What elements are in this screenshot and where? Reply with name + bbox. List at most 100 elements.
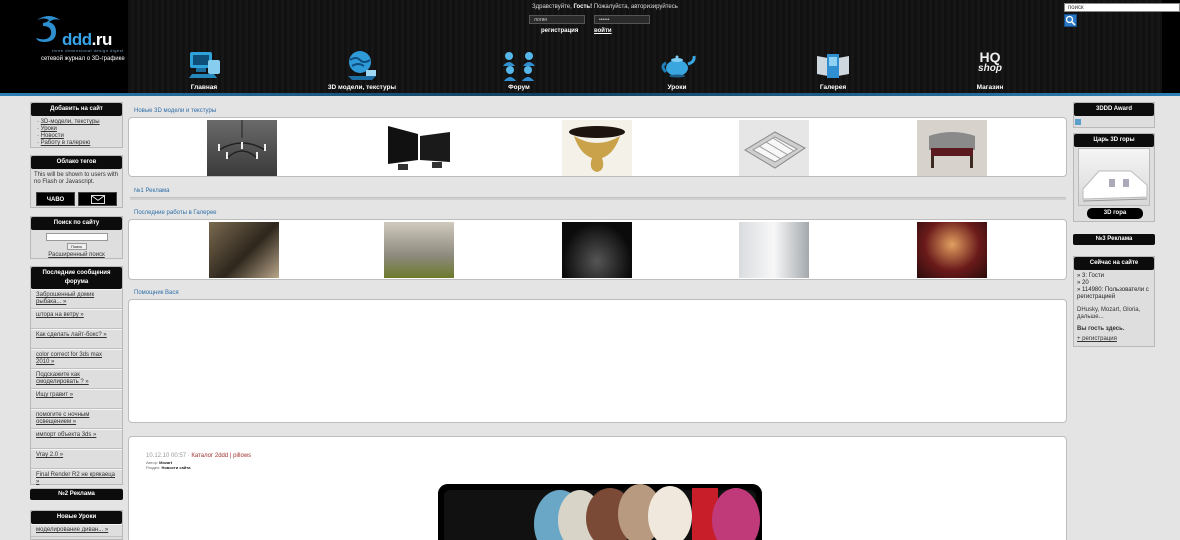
pillows-picture — [438, 484, 762, 540]
add-to-site-block: Добавить на сайт · 3D-модели, текстуры ·… — [30, 102, 123, 148]
top-search-input[interactable] — [1064, 3, 1180, 12]
list-item: Подскажите как смоделировать ? » — [31, 369, 122, 389]
login-input[interactable] — [529, 15, 585, 24]
list-item: color correct for 3ds max 2010 » — [31, 349, 122, 369]
ad1-divider — [130, 197, 1066, 200]
monitors-icon — [388, 126, 450, 170]
right-register-link[interactable]: + регистрация — [1074, 336, 1154, 346]
models-panel — [128, 117, 1067, 177]
king-title: Царь 3D горы — [1074, 134, 1154, 147]
forum-post-link[interactable]: штора на ветру » — [36, 312, 84, 318]
list-item: Vray 2.0 » — [31, 449, 122, 469]
news-pillows-image[interactable] — [438, 484, 762, 540]
site-logo[interactable]: ddd.ru three dimensional design digest с… — [0, 0, 128, 93]
forum-post-link[interactable]: помогите с ночным освещением » — [36, 412, 89, 425]
nav-label-home: Главная — [190, 84, 218, 91]
globe-icon — [348, 51, 376, 80]
forum-post-link[interactable]: color correct for 3ds max 2010 » — [36, 352, 102, 365]
king-avatar[interactable] — [1078, 148, 1150, 206]
gallery-icon — [817, 54, 849, 78]
gallery-panel — [128, 219, 1067, 280]
nav-label-shop: Магазин — [976, 84, 1004, 91]
gallery-thumbnail[interactable] — [209, 222, 279, 278]
nav-item-home[interactable]: Главная — [144, 48, 264, 91]
main-nav: Главная 3D модели, текстуры Форум Уроки … — [128, 48, 1162, 93]
list-item: » 20 — [1077, 280, 1089, 286]
king-block: Царь 3D горы 3D гора — [1073, 133, 1155, 222]
online-users[interactable]: DHusky, Mozart, Gloria, дальше... — [1074, 303, 1154, 324]
list-item: » 3: Гости — [1077, 273, 1104, 279]
site-search-button[interactable]: Поиск — [66, 243, 87, 250]
nav-label-forum: Форум — [508, 84, 530, 91]
logo-tagline: three dimensional design digest — [52, 48, 124, 53]
list-item: Заброшенный домик рыбака... » — [31, 289, 122, 309]
advanced-search-link[interactable]: Расширенный поиск — [31, 252, 122, 258]
model-thumbnail[interactable] — [207, 120, 277, 176]
forum-post-link[interactable]: Как сделать лайт-бокс? » — [36, 332, 107, 338]
nav-item-lessons[interactable]: Уроки — [617, 48, 737, 91]
nav-item-models[interactable]: 3D модели, текстуры — [302, 48, 422, 91]
model-thumbnail[interactable] — [739, 120, 809, 176]
header-accent-line — [0, 93, 1180, 96]
ceiling-light-icon — [744, 131, 806, 169]
list-item: Как сделать лайт-бокс? » — [31, 329, 122, 349]
mail-button[interactable] — [78, 192, 117, 206]
register-link[interactable]: регистрация — [541, 28, 578, 34]
forum-post-link[interactable]: Vray 2.0 » — [36, 452, 63, 458]
site-search-block: Поиск по сайту Поиск Расширенный поиск — [30, 216, 123, 259]
add-link-models[interactable]: 3D-модели, текстуры — [41, 119, 100, 125]
signin-link[interactable]: войти — [594, 28, 612, 34]
news-section: Раздел: Новости сайта — [146, 465, 191, 470]
top-search-button[interactable] — [1064, 14, 1077, 27]
header-right-edge — [1162, 0, 1180, 93]
nav-item-shop[interactable]: HQ shop Магазин — [930, 48, 1050, 91]
tag-cloud-block: Облако тегов This will be shown to users… — [30, 155, 123, 208]
house-render-icon — [1082, 170, 1148, 202]
tag-cloud-title: Облако тегов — [31, 156, 122, 169]
password-input[interactable] — [594, 15, 650, 24]
add-link-lessons[interactable]: Уроки — [41, 126, 57, 132]
add-link-news[interactable]: Новости — [41, 133, 64, 139]
news-title-link[interactable]: Каталог 2ddd | pillows — [191, 453, 251, 459]
new-lessons-block: Новые Уроки моделирование диван... » — [30, 510, 123, 540]
guest-note: Вы гость здесь. — [1077, 326, 1125, 332]
site-search-input[interactable] — [45, 233, 108, 241]
gallery-thumbnail[interactable] — [384, 222, 454, 278]
users-icon — [503, 52, 535, 81]
model-thumbnail[interactable] — [917, 120, 987, 176]
list-item: импорт объекта 3ds » — [31, 429, 122, 449]
hq-shop-icon: HQ shop — [978, 49, 1002, 74]
model-thumbnail[interactable] — [562, 120, 632, 176]
forum-post-link[interactable]: импорт объекта 3ds » — [36, 432, 96, 438]
gallery-thumbnail[interactable] — [562, 222, 632, 278]
nav-item-gallery[interactable]: Галерея — [773, 48, 893, 91]
new-lessons-title: Новые Уроки — [31, 511, 122, 524]
model-thumbnail[interactable] — [384, 120, 454, 176]
list-item: · Уроки — [37, 126, 57, 132]
king-button[interactable]: 3D гора — [1087, 208, 1143, 219]
award-image[interactable] — [1075, 119, 1081, 125]
nav-item-forum[interactable]: Форум — [459, 48, 579, 91]
models-section-label: Новые 3D модели и текстуры — [134, 108, 217, 114]
list-item: моделирование диван... » — [31, 524, 122, 537]
gallery-thumbnail[interactable] — [739, 222, 809, 278]
forum-post-link[interactable]: Заброшенный домик рыбака... » — [36, 292, 94, 305]
gallery-section-label: Последние работы в Галерее — [134, 210, 217, 216]
forum-post-link[interactable]: Final Render R2 не крякаеца » — [36, 472, 115, 485]
list-item: штора на ветру » — [31, 309, 122, 329]
ad1-section-label: №1 Реклама — [134, 188, 170, 194]
search-icon — [1065, 15, 1076, 26]
forum-post-link[interactable]: Ищу гравит » — [36, 392, 73, 398]
lesson-link[interactable]: моделирование диван... » — [36, 527, 108, 533]
list-item: Ищу гравит » — [31, 389, 122, 409]
faq-button[interactable]: ЧАВО — [36, 192, 75, 206]
list-item: » 114980: Пользователи с регистрацией — [1077, 287, 1149, 300]
forum-post-link[interactable]: Подскажите как смоделировать ? » — [36, 372, 89, 385]
add-link-gallery[interactable]: Работу в галерею — [41, 140, 91, 146]
home-monitor-icon — [189, 52, 220, 78]
list-item: Final Render R2 не крякаеца » — [31, 469, 122, 489]
gallery-thumbnail[interactable] — [917, 222, 987, 278]
online-block: Сейчас на сайте » 3: Гости » 20 » 114980… — [1073, 256, 1155, 347]
chandelier-icon — [218, 120, 266, 159]
forum-latest-title: Последние сообщения форума — [31, 267, 122, 289]
